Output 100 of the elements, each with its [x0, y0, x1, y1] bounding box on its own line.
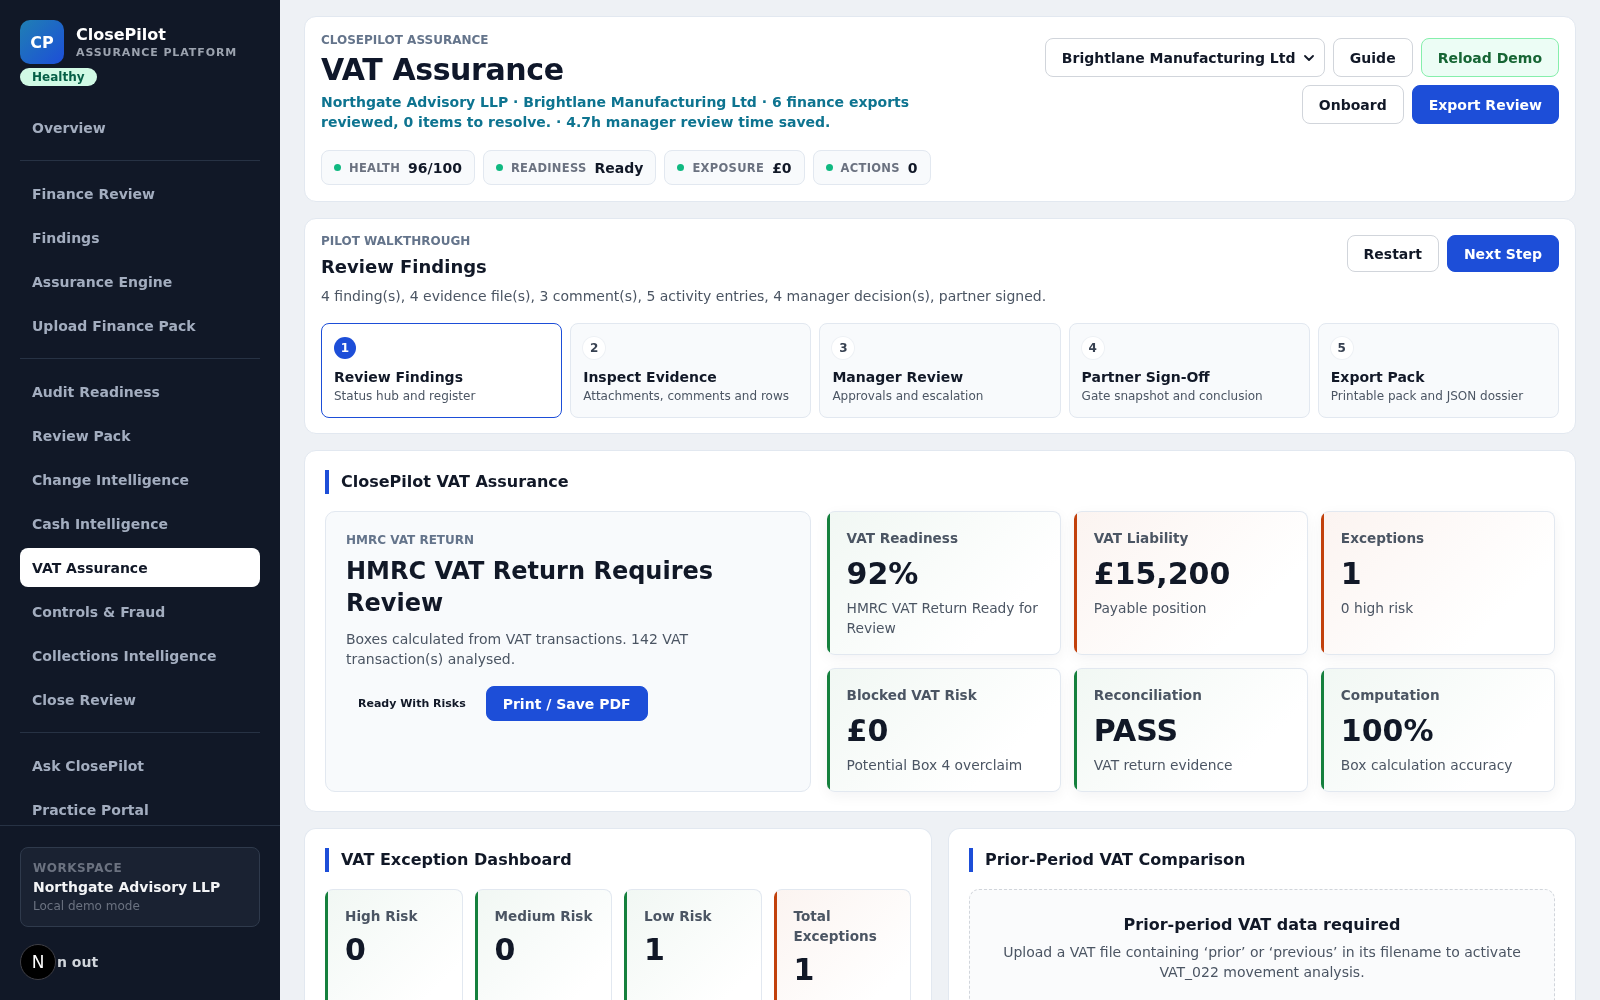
panel-eyebrow: HMRC VAT RETURN [346, 532, 476, 548]
step-card[interactable]: 4 Partner Sign-Off Gate snapshot and conclusion [1068, 323, 1310, 418]
step-number: 4 [1081, 337, 1104, 359]
step-title: Inspect Evidence [583, 368, 718, 387]
risk-value: 1 [793, 952, 816, 988]
nav-item[interactable]: Controls & Fraud [20, 592, 260, 631]
nav-item[interactable]: Overview [20, 108, 260, 147]
status-label: Ready With Risks [357, 695, 467, 712]
dev-tools-button[interactable]: N [20, 944, 56, 980]
step-number: 3 [832, 337, 855, 359]
secondary-button[interactable]: Restart [1346, 235, 1439, 272]
step-title: Review Findings [334, 368, 464, 387]
step-card[interactable]: 3 Manager Review Approvals and escalation [819, 323, 1061, 418]
step-title: Manager Review [832, 368, 965, 387]
return-title: HMRC VAT Return Requires Review [346, 556, 715, 619]
status-dot-icon [825, 164, 833, 171]
workspace-name: Northgate Advisory LLP [33, 878, 222, 897]
risk-label: Low Risk [644, 907, 713, 926]
metric-note: 0 high risk [1340, 599, 1415, 618]
metric-note: HMRC VAT Return Ready for Review [846, 599, 1039, 638]
nav-item[interactable]: VAT Assurance [20, 548, 260, 587]
step-card[interactable]: 2 Inspect Evidence Attachments, comments and rows [570, 323, 812, 418]
status-dot-icon [334, 164, 341, 171]
return-description: Boxes calculated from VAT transactions. 142 VAT transaction(s) analysed. [346, 630, 689, 669]
metric-note: Potential Box 4 overclaim [846, 756, 1024, 775]
nav-item[interactable]: Review Pack [20, 416, 260, 455]
nav-item[interactable]: Finance Review [20, 174, 260, 213]
step-card[interactable]: 5 Export Pack Printable pack and JSON dossier [1317, 323, 1559, 418]
metric-value: £0 [846, 713, 890, 749]
risk-value: 0 [494, 932, 517, 968]
secondary-button[interactable]: Onboard [1301, 85, 1404, 124]
step-subtitle: Gate snapshot and conclusion [1081, 388, 1264, 405]
nav-item[interactable]: Assurance Engine [20, 262, 260, 301]
section-title: Prior-Period VAT Comparison [969, 848, 1555, 872]
primary-button[interactable]: Export Review [1411, 85, 1559, 124]
risk-label: High Risk [345, 907, 419, 926]
nav-item[interactable]: Collections Intelligence [20, 636, 260, 675]
nav-item[interactable]: Close Review [20, 680, 260, 719]
nav-item[interactable]: Change Intelligence [20, 460, 260, 499]
metric-note: Box calculation accuracy [1340, 756, 1514, 775]
status-badge: Healthy [20, 68, 97, 86]
metric-value: £15,200 [1093, 556, 1232, 592]
nav-item[interactable]: Ask ClosePilot [20, 746, 260, 785]
summary-text: Northgate Advisory LLP · Brightlane Manufacturing Ltd · 6 finance exports reviewed, 0 items to resolve. · 4.7h manager review time saved. [321, 93, 911, 132]
nav-item[interactable]: Audit Readiness [20, 372, 260, 411]
metric-value: 92% [846, 556, 920, 592]
sign-out-link[interactable]: n out [57, 952, 99, 972]
metric-label: Exceptions [1340, 529, 1426, 548]
step-subtitle: Attachments, comments and rows [583, 388, 790, 405]
page-title: VAT Assurance [321, 52, 565, 88]
risk-value: 0 [345, 932, 367, 968]
risk-value: 1 [644, 932, 666, 968]
stat-value: Ready [594, 158, 644, 177]
step-title: Partner Sign-Off [1081, 368, 1211, 387]
primary-button[interactable]: Next Step [1446, 235, 1559, 272]
metric-note: Payable position [1093, 599, 1208, 618]
stat-label: READINESS [510, 159, 587, 176]
section-title: ClosePilot VAT Assurance [325, 470, 1555, 494]
primary-button[interactable]: Print / Save PDF [485, 686, 648, 721]
chevron-down-icon [1303, 54, 1314, 61]
stat-value: £0 [772, 158, 792, 177]
stat-label: ACTIONS [840, 159, 900, 176]
step-subtitle: Status hub and register [334, 388, 477, 405]
metric-value: 100% [1340, 713, 1435, 749]
metric-value: PASS [1093, 713, 1180, 749]
metric-label: Reconciliation [1093, 686, 1203, 705]
metric-note: VAT return evidence [1093, 756, 1234, 775]
step-number: 2 [583, 337, 606, 359]
status-dot-icon [495, 164, 503, 171]
stat-value: 96/100 [408, 158, 462, 177]
step-subtitle: Approvals and escalation [832, 388, 985, 405]
step-card[interactable]: 1 Review Findings Status hub and register [321, 323, 563, 418]
metric-label: Computation [1340, 686, 1441, 705]
status-dot-icon [677, 164, 685, 171]
nav-item[interactable]: Practice Portal [20, 790, 260, 825]
secondary-button[interactable]: Guide [1332, 38, 1413, 77]
stat-value: 0 [907, 158, 918, 177]
step-number: 5 [1330, 337, 1353, 359]
success-button[interactable]: Reload Demo [1420, 38, 1559, 77]
section-eyebrow: CLOSEPILOT ASSURANCE [321, 32, 490, 48]
stat-label: HEALTH [349, 159, 401, 176]
metric-value: 1 [1340, 556, 1363, 592]
step-subtitle: Printable pack and JSON dossier [1330, 388, 1525, 405]
walkthrough-title: Review Findings [321, 255, 488, 279]
metric-label: VAT Liability [1093, 529, 1190, 548]
section-eyebrow: PILOT WALKTHROUGH [321, 233, 472, 249]
company-select[interactable]: Brightlane Manufacturing Ltd [1044, 38, 1325, 77]
step-title: Export Pack [1330, 368, 1426, 387]
brand-tagline: ASSURANCE PLATFORM [76, 44, 238, 61]
brand-name: ClosePilot [76, 23, 167, 45]
nav-item[interactable]: Cash Intelligence [20, 504, 260, 543]
empty-state-title: Prior-period VAT data required [1122, 914, 1402, 936]
nav-item[interactable]: Findings [20, 218, 260, 257]
workspace-label: WORKSPACE [33, 860, 124, 876]
risk-label: Medium Risk [494, 907, 594, 926]
stat-label: EXPOSURE [692, 159, 765, 176]
section-title: VAT Exception Dashboard [325, 848, 911, 872]
empty-state-message: Upload a VAT file containing ‘prior’ or ‘previous’ in its filename to activate VAT_022 movement analysis. [1002, 943, 1522, 982]
metric-label: Blocked VAT Risk [846, 686, 978, 705]
nav-item[interactable]: Upload Finance Pack [20, 306, 260, 345]
